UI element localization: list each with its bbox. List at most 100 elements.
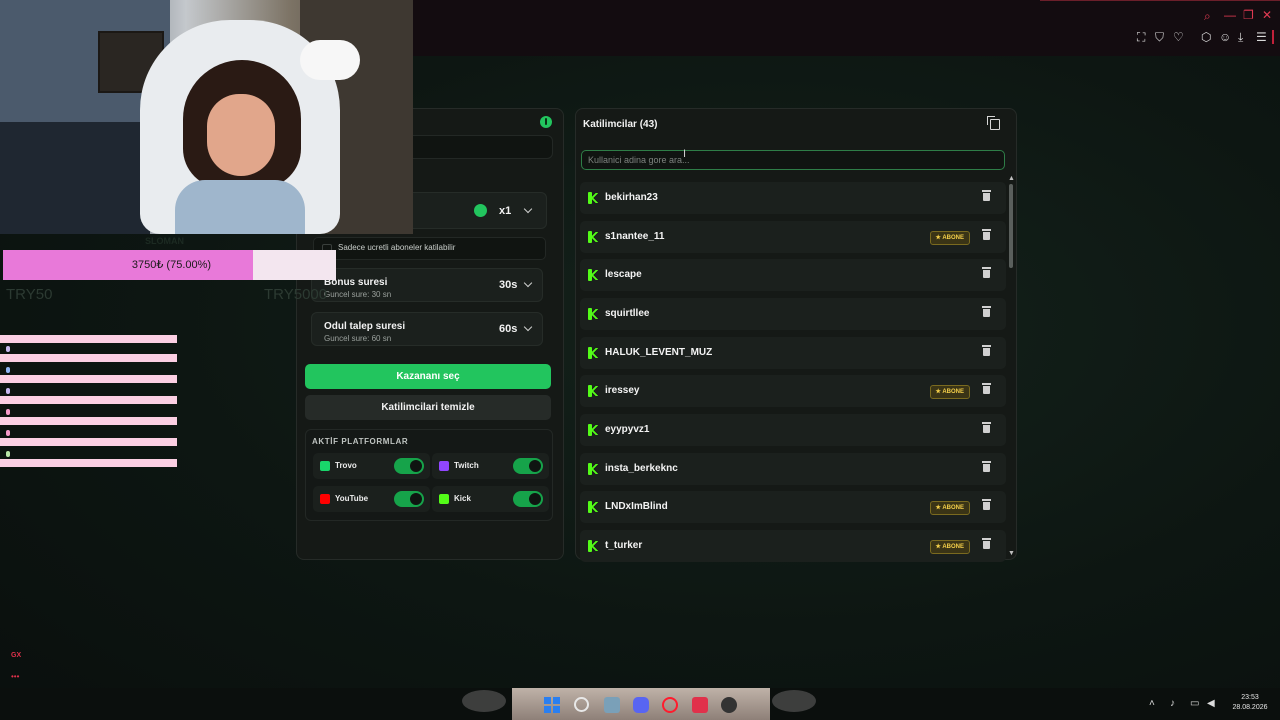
chevron-up-icon[interactable]: ˄ <box>1149 698 1155 709</box>
microphone-icon[interactable]: ♪ <box>1170 698 1175 709</box>
text-cursor-icon: I <box>683 148 687 160</box>
profile-icon[interactable]: ☺ <box>1219 31 1231 43</box>
trash-icon[interactable] <box>982 306 991 317</box>
participant-name: s1nantee_11 <box>605 231 665 242</box>
decor <box>772 690 816 712</box>
app-icon[interactable] <box>604 697 620 713</box>
more-icon[interactable]: ••• <box>11 672 19 681</box>
clock-date: 28.08.2026 <box>1232 704 1268 711</box>
menu-icon[interactable]: ☰ <box>1256 31 1267 43</box>
chat-username-pill <box>6 367 10 373</box>
gx-icon[interactable]: GX <box>11 652 21 659</box>
participant-name: insta_berkeknc <box>605 463 678 474</box>
restore-icon[interactable]: ❐ <box>1243 9 1254 21</box>
bonus-value[interactable]: 30s <box>499 279 517 291</box>
participant-name: squirtllee <box>605 308 650 319</box>
chevron-down-icon[interactable] <box>523 204 533 214</box>
trash-icon[interactable] <box>982 229 991 240</box>
discord-icon[interactable] <box>633 697 649 713</box>
chat-message <box>0 375 177 383</box>
heart-icon[interactable]: ♡ <box>1173 31 1184 43</box>
sidebar-divider <box>1272 30 1274 44</box>
trash-icon[interactable] <box>982 499 991 510</box>
chat-message <box>0 438 177 446</box>
chat-username-pill <box>6 430 10 436</box>
taskbar-clock[interactable]: 23:53 28.08.2026 <box>1222 693 1278 713</box>
app-icon[interactable] <box>692 697 708 713</box>
youtube-toggle[interactable] <box>394 491 424 507</box>
trash-icon[interactable] <box>982 190 991 201</box>
trash-icon[interactable] <box>982 461 991 472</box>
minimize-icon[interactable]: — <box>1224 9 1236 21</box>
trash-icon[interactable] <box>982 383 991 394</box>
participant-row[interactable]: LNDxImBlind ★ ABONE <box>580 491 1006 523</box>
trash-icon[interactable] <box>982 345 991 356</box>
webcam-overlay <box>0 0 413 234</box>
decor <box>462 690 506 712</box>
download-icon[interactable]: ⤓ <box>1238 31 1243 43</box>
accent-line <box>1040 0 1280 1</box>
trash-icon[interactable] <box>982 267 991 278</box>
participant-row[interactable]: t_turker ★ ABONE <box>580 530 1006 562</box>
info-icon <box>474 204 487 217</box>
chat-username-pill <box>6 346 10 352</box>
participant-row[interactable]: iressey ★ ABONE <box>580 375 1006 407</box>
subscribers-only-label: Sadece ucretli aboneler katilabilir <box>338 243 456 252</box>
scroll-up-icon[interactable]: ▲ <box>1008 175 1015 182</box>
participant-search-input[interactable] <box>581 150 1005 170</box>
participant-row[interactable]: eyypyvz1 <box>580 414 1006 446</box>
extensions-icon[interactable]: ⬡ <box>1201 31 1211 43</box>
platform-trovo: Trovo <box>313 453 430 479</box>
twitch-icon <box>439 461 449 471</box>
participant-name: bekirhan23 <box>605 192 658 203</box>
chat-username-pill <box>6 388 10 394</box>
search-icon[interactable]: ⌕ <box>1204 10 1211 22</box>
trovo-toggle[interactable] <box>394 458 424 474</box>
participant-name: LNDxImBlind <box>605 501 668 512</box>
subscriber-badge: ★ ABONE <box>929 540 970 554</box>
trash-icon[interactable] <box>982 422 991 433</box>
chat-message <box>0 335 177 343</box>
participant-row[interactable]: insta_berkeknc <box>580 453 1006 485</box>
participant-name: iressey <box>605 385 640 396</box>
participant-name: lescape <box>605 269 642 280</box>
platform-twitch: Twitch <box>432 453 549 479</box>
kick-icon <box>588 231 600 243</box>
goal-min: TRY50 <box>6 286 53 303</box>
close-icon[interactable]: ✕ <box>1262 9 1272 21</box>
chevron-down-icon[interactable] <box>523 322 533 332</box>
windows-start-icon[interactable] <box>544 697 560 713</box>
subscribers-only-option[interactable]: Sadece ucretli aboneler katilabilir <box>313 237 546 260</box>
participant-row[interactable]: lescape <box>580 259 1006 291</box>
copy-icon[interactable] <box>987 116 1000 130</box>
participant-row[interactable]: s1nantee_11 ★ ABONE <box>580 221 1006 253</box>
participant-row[interactable]: bekirhan23 <box>580 182 1006 214</box>
kick-icon <box>588 269 600 281</box>
scroll-down-icon[interactable]: ▼ <box>1008 550 1015 557</box>
chat-username-pill <box>6 409 10 415</box>
kick-icon <box>588 192 600 204</box>
participant-row[interactable]: HALUK_LEVENT_MUZ <box>580 337 1006 369</box>
claim-value[interactable]: 60s <box>499 323 517 335</box>
twitch-toggle[interactable] <box>513 458 543 474</box>
snapshot-icon[interactable]: ⛶ <box>1137 31 1145 43</box>
claim-time-card: Odul talep suresi Guncel sure: 60 sn 60s <box>311 312 543 346</box>
search-icon[interactable] <box>574 697 589 712</box>
participant-row[interactable]: squirtllee <box>580 298 1006 330</box>
chevron-down-icon[interactable] <box>523 278 533 288</box>
network-icon[interactable]: ▭ <box>1190 698 1199 709</box>
participant-name: t_turker <box>605 540 643 551</box>
clear-participants-button[interactable]: Katilimcilari temizle <box>305 395 551 420</box>
multiplier-value[interactable]: x1 <box>499 205 511 217</box>
app-icon[interactable] <box>721 697 737 713</box>
volume-icon[interactable]: ◀ <box>1207 698 1215 709</box>
pick-winner-button[interactable]: Kazananı seç <box>305 364 551 389</box>
shield-icon[interactable]: ⛉ <box>1155 31 1164 43</box>
opera-icon[interactable] <box>662 697 678 713</box>
clock-time: 23:53 <box>1241 694 1259 701</box>
chat-username-pill <box>6 451 10 457</box>
trash-icon[interactable] <box>982 538 991 549</box>
kick-toggle[interactable] <box>513 491 543 507</box>
kick-icon <box>588 308 600 320</box>
participants-scrollbar[interactable] <box>1009 184 1013 268</box>
